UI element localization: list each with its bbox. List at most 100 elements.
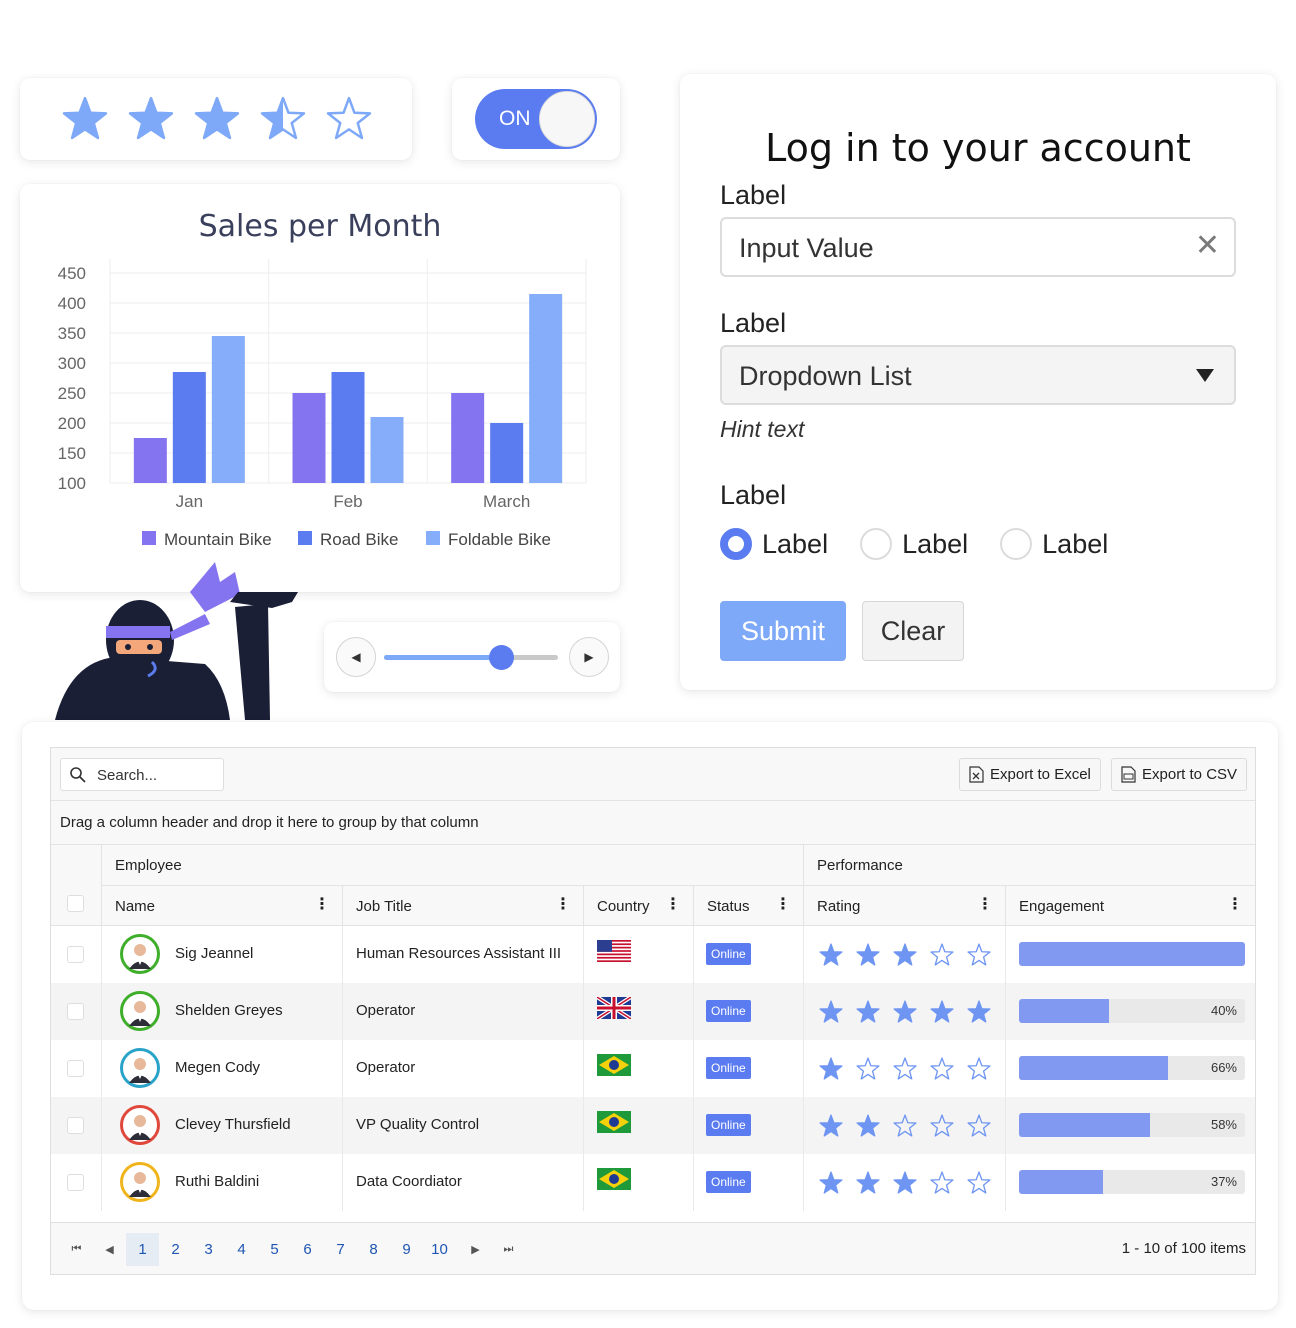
page-button[interactable]: 5 [258, 1233, 291, 1266]
column-header-status[interactable]: Status ⋮ [694, 886, 804, 926]
star-empty-icon[interactable] [893, 1057, 917, 1081]
star-empty-icon[interactable] [326, 96, 372, 142]
column-header-name[interactable]: Name ⋮ [102, 886, 343, 926]
submit-button[interactable]: Submit [720, 601, 846, 661]
column-menu-icon[interactable]: ⋮ [1227, 896, 1243, 914]
star-rating[interactable] [819, 1171, 991, 1195]
radio-button[interactable] [860, 528, 893, 560]
next-page-icon[interactable]: ▶ [459, 1233, 492, 1266]
triangle-left-icon: ◀ [351, 650, 361, 664]
star-rating[interactable] [819, 943, 991, 967]
engagement-percent: 40% [1210, 1003, 1237, 1018]
row-select-cell [51, 1154, 102, 1211]
star-filled-icon[interactable] [893, 1000, 917, 1024]
page-button[interactable]: 3 [192, 1233, 225, 1266]
star-empty-icon[interactable] [893, 1114, 917, 1138]
star-filled-icon[interactable] [856, 1000, 880, 1024]
clear-input-icon[interactable]: ✕ [1195, 231, 1220, 261]
page-button[interactable]: 6 [291, 1233, 324, 1266]
star-empty-icon[interactable] [930, 1057, 954, 1081]
row-checkbox[interactable] [67, 1060, 84, 1077]
star-rating[interactable] [819, 1114, 991, 1138]
star-filled-icon[interactable] [930, 1000, 954, 1024]
column-menu-icon[interactable]: ⋮ [665, 896, 681, 914]
search-input[interactable]: Search... [60, 758, 224, 791]
column-header-country[interactable]: Country ⋮ [584, 886, 694, 926]
star-filled-icon[interactable] [128, 96, 174, 142]
column-header-job-title[interactable]: Job Title ⋮ [343, 886, 584, 926]
export-csv-button[interactable]: Export to CSV [1111, 758, 1248, 791]
switch-knob[interactable] [539, 91, 595, 147]
star-filled-icon[interactable] [819, 943, 843, 967]
star-filled-icon[interactable] [856, 1114, 880, 1138]
row-checkbox[interactable] [67, 1003, 84, 1020]
slider-track[interactable] [384, 645, 558, 670]
star-empty-icon[interactable] [967, 1114, 991, 1138]
select-all-checkbox[interactable] [67, 895, 84, 912]
dropdown-list[interactable]: Dropdown List [720, 345, 1236, 405]
star-empty-icon[interactable] [856, 1057, 880, 1081]
star-filled-icon[interactable] [967, 1000, 991, 1024]
radio-option-2[interactable]: Label [860, 528, 968, 560]
page-button[interactable]: 8 [357, 1233, 390, 1266]
radio-option-3[interactable]: Label [1000, 528, 1108, 560]
text-input[interactable]: Input Value ✕ [720, 217, 1236, 277]
star-filled-icon[interactable] [856, 943, 880, 967]
star-empty-icon[interactable] [930, 1114, 954, 1138]
column-header-rating[interactable]: Rating ⋮ [804, 886, 1006, 926]
prev-page-icon[interactable]: ◀ [93, 1233, 126, 1266]
star-empty-icon[interactable] [930, 943, 954, 967]
table-row[interactable]: Ruthi Baldini Data Coordiator Online 37% [51, 1154, 1255, 1211]
table-row[interactable]: Clevey Thursfield VP Quality Control Onlin… [51, 1097, 1255, 1154]
column-header-label: Status [707, 898, 750, 915]
engagement-cell: 40% [1006, 983, 1255, 1040]
page-button[interactable]: 2 [159, 1233, 192, 1266]
first-page-icon[interactable]: ⏮ [60, 1233, 93, 1266]
star-empty-icon[interactable] [967, 943, 991, 967]
row-checkbox[interactable] [67, 946, 84, 963]
star-rating[interactable] [819, 1000, 991, 1024]
star-filled-icon[interactable] [856, 1171, 880, 1195]
radio-button-selected[interactable] [720, 528, 752, 560]
ninja-mascot-illustration [55, 562, 298, 720]
page-button[interactable]: 9 [390, 1233, 423, 1266]
row-checkbox[interactable] [67, 1117, 84, 1134]
star-empty-icon[interactable] [930, 1171, 954, 1195]
page-button[interactable]: 4 [225, 1233, 258, 1266]
pager: 1 - 10 of 100 items ⏮ ◀ 1 2 3 4 5 6 7 8 9 10 ▶ ⏭ [51, 1222, 1255, 1274]
column-menu-icon[interactable]: ⋮ [977, 896, 993, 914]
slider-thumb[interactable] [488, 645, 514, 670]
clear-button[interactable]: Clear [862, 601, 964, 661]
table-row[interactable]: Sig Jeannel Human Resources Assistant III… [51, 926, 1255, 983]
star-rating[interactable] [819, 1057, 991, 1081]
table-row[interactable]: Shelden Greyes Operator Online 40% [51, 983, 1255, 1040]
row-checkbox[interactable] [67, 1174, 84, 1191]
star-filled-icon[interactable] [819, 1114, 843, 1138]
export-excel-button[interactable]: Export to Excel [959, 758, 1101, 791]
page-button[interactable]: 1 [126, 1233, 159, 1266]
column-menu-icon[interactable]: ⋮ [314, 896, 330, 914]
star-filled-icon[interactable] [893, 1171, 917, 1195]
page-button[interactable]: 7 [324, 1233, 357, 1266]
star-empty-icon[interactable] [967, 1171, 991, 1195]
on-off-switch[interactable]: ON [475, 89, 597, 149]
star-filled-icon[interactable] [819, 1057, 843, 1081]
column-header-engagement[interactable]: Engagement ⋮ [1006, 886, 1255, 926]
slider-increase-button[interactable]: ▶ [569, 637, 609, 677]
star-filled-icon[interactable] [893, 943, 917, 967]
column-menu-icon[interactable]: ⋮ [555, 896, 571, 914]
star-empty-icon[interactable] [967, 1057, 991, 1081]
star-half-icon[interactable] [260, 96, 306, 142]
group-panel[interactable]: Drag a column header and drop it here to… [51, 801, 1255, 845]
star-filled-icon[interactable] [819, 1000, 843, 1024]
radio-option-1[interactable]: Label [720, 528, 828, 560]
star-filled-icon[interactable] [194, 96, 240, 142]
slider-decrease-button[interactable]: ◀ [336, 637, 376, 677]
star-filled-icon[interactable] [819, 1171, 843, 1195]
star-filled-icon[interactable] [62, 96, 108, 142]
table-row[interactable]: Megen Cody Operator Online 66% [51, 1040, 1255, 1097]
page-button[interactable]: 10 [423, 1233, 456, 1266]
last-page-icon[interactable]: ⏭ [492, 1233, 525, 1266]
column-menu-icon[interactable]: ⋮ [775, 896, 791, 914]
radio-button[interactable] [1000, 528, 1033, 560]
